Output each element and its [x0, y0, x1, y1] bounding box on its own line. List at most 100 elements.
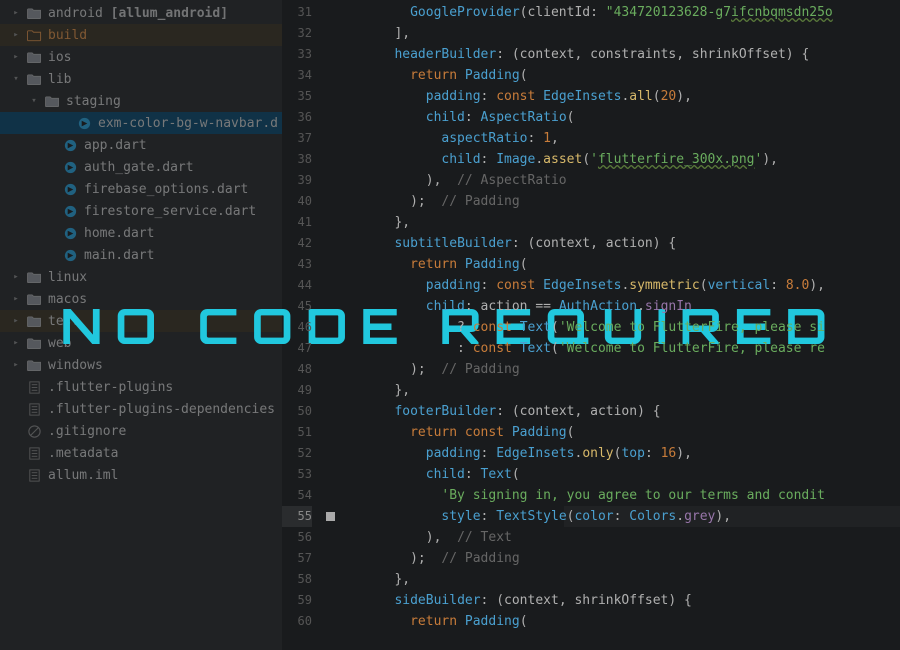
code-line[interactable]: return const Padding(	[324, 422, 900, 443]
code-line[interactable]: ), // AspectRatio	[324, 170, 900, 191]
line-number: 59	[282, 590, 312, 611]
line-number: 54	[282, 485, 312, 506]
chevron-right-icon[interactable]: ▸	[10, 359, 22, 371]
code-editor[interactable]: 3132333435363738394041424344454647484950…	[282, 0, 900, 650]
folder-icon	[26, 5, 42, 21]
code-line[interactable]: child: action == AuthAction.signIn	[324, 296, 900, 317]
code-line[interactable]: child: Text(	[324, 464, 900, 485]
code-line[interactable]: ); // Padding	[324, 191, 900, 212]
line-number: 34	[282, 65, 312, 86]
code-line[interactable]: sideBuilder: (context, shrinkOffset) {	[324, 590, 900, 611]
code-line[interactable]: padding: const EdgeInsets.all(20),	[324, 86, 900, 107]
tree-item-ios[interactable]: ▸ios	[0, 46, 282, 68]
line-number: 42	[282, 233, 312, 254]
code-line[interactable]: ],	[324, 23, 900, 44]
line-number: 47	[282, 338, 312, 359]
code-line[interactable]: style: TextStyle(color: Colors.grey),	[324, 506, 900, 527]
file-icon	[26, 445, 42, 461]
line-number: 43	[282, 254, 312, 275]
tree-item-label: main.dart	[84, 248, 154, 263]
tree-item-label: macos	[48, 292, 87, 307]
line-number: 36	[282, 107, 312, 128]
code-line[interactable]: ? const Text('Welcome to FlutterFire, pl…	[324, 317, 900, 338]
chevron-right-icon[interactable]: ▸	[10, 29, 22, 41]
tree-item-android[interactable]: ▸android [allum_android]	[0, 2, 282, 24]
chevron-down-icon[interactable]: ▾	[28, 95, 40, 107]
chevron-right-icon[interactable]: ▸	[10, 337, 22, 349]
code-line[interactable]: aspectRatio: 1,	[324, 128, 900, 149]
code-line[interactable]: : const Text('Welcome to FlutterFire, pl…	[324, 338, 900, 359]
tree-item-label: web	[48, 336, 71, 351]
code-line[interactable]: padding: const EdgeInsets.symmetric(vert…	[324, 275, 900, 296]
chevron-right-icon[interactable]: ▸	[10, 293, 22, 305]
dart-icon	[62, 181, 78, 197]
tree-item-auth-gate-dart[interactable]: auth_gate.dart	[0, 156, 282, 178]
tree-item-label: exm-color-bg-w-navbar.d	[98, 116, 278, 131]
folder-icon	[26, 313, 42, 329]
folder-excl-icon	[26, 27, 42, 43]
tree-item-linux[interactable]: ▸linux	[0, 266, 282, 288]
tree-item--flutter-plugins[interactable]: .flutter-plugins	[0, 376, 282, 398]
line-number: 52	[282, 443, 312, 464]
dart-icon	[62, 159, 78, 175]
tree-item-label: firebase_options.dart	[84, 182, 248, 197]
tree-item-test[interactable]: ▸test	[0, 310, 282, 332]
code-line[interactable]: ); // Padding	[324, 359, 900, 380]
code-line[interactable]: footerBuilder: (context, action) {	[324, 401, 900, 422]
project-tree-sidebar[interactable]: ▸android [allum_android]▸build▸ios ▾ lib ▾s…	[0, 0, 282, 650]
tree-item-label: auth_gate.dart	[84, 160, 194, 175]
tree-item-label: lib	[48, 72, 71, 87]
line-number: 38	[282, 149, 312, 170]
code-line[interactable]: },	[324, 380, 900, 401]
tree-item-main-dart[interactable]: main.dart	[0, 244, 282, 266]
code-line[interactable]: padding: EdgeInsets.only(top: 16),	[324, 443, 900, 464]
tree-item-allum-iml[interactable]: allum.iml	[0, 464, 282, 486]
dart-icon	[62, 203, 78, 219]
tree-item-web[interactable]: ▸ web	[0, 332, 282, 354]
file-icon	[26, 401, 42, 417]
tree-item-home-dart[interactable]: home.dart	[0, 222, 282, 244]
chevron-right-icon[interactable]: ▸	[10, 51, 22, 63]
code-line[interactable]: headerBuilder: (context, constraints, sh…	[324, 44, 900, 65]
tree-item--metadata[interactable]: .metadata	[0, 442, 282, 464]
line-number: 32	[282, 23, 312, 44]
line-number: 33	[282, 44, 312, 65]
chevron-right-icon[interactable]: ▸	[10, 315, 22, 327]
code-line[interactable]: return Padding(	[324, 254, 900, 275]
tree-item-staging[interactable]: ▾staging	[0, 90, 282, 112]
chevron-right-icon[interactable]: ▸	[10, 7, 22, 19]
tree-item-windows[interactable]: ▸ windows	[0, 354, 282, 376]
tree-item-lib[interactable]: ▾ lib	[0, 68, 282, 90]
dart-icon	[62, 247, 78, 263]
code-line[interactable]: },	[324, 569, 900, 590]
tree-item-label: .gitignore	[48, 424, 126, 439]
code-line[interactable]: GoogleProvider(clientId: "434720123628-g…	[324, 2, 900, 23]
code-line[interactable]: return Padding(	[324, 65, 900, 86]
tree-item--gitignore[interactable]: .gitignore	[0, 420, 282, 442]
tree-item-label: home.dart	[84, 226, 154, 241]
tree-item-build[interactable]: ▸build	[0, 24, 282, 46]
line-number: 51	[282, 422, 312, 443]
folder-icon	[26, 49, 42, 65]
code-line[interactable]: child: AspectRatio(	[324, 107, 900, 128]
code-line[interactable]: subtitleBuilder: (context, action) {	[324, 233, 900, 254]
code-line[interactable]: ), // Text	[324, 527, 900, 548]
line-number: 44	[282, 275, 312, 296]
tree-item-firestore-service-dart[interactable]: firestore_service.dart	[0, 200, 282, 222]
chevron-down-icon[interactable]: ▾	[10, 73, 22, 85]
code-area[interactable]: GoogleProvider(clientId: "434720123628-g…	[324, 0, 900, 650]
tree-item-label: windows	[48, 358, 103, 373]
chevron-right-icon[interactable]: ▸	[10, 271, 22, 283]
code-line[interactable]: },	[324, 212, 900, 233]
tree-item-exm-color-bg-w-navbar-d[interactable]: exm-color-bg-w-navbar.d	[0, 112, 282, 134]
code-line[interactable]: 'By signing in, you agree to our terms a…	[324, 485, 900, 506]
code-line[interactable]: return Padding(	[324, 611, 900, 632]
tree-item-label: allum.iml	[48, 468, 118, 483]
tree-item-macos[interactable]: ▸ macos	[0, 288, 282, 310]
tree-item--flutter-plugins-dependencies[interactable]: .flutter-plugins-dependencies	[0, 398, 282, 420]
tree-item-firebase-options-dart[interactable]: firebase_options.dart	[0, 178, 282, 200]
tree-item-app-dart[interactable]: app.dart	[0, 134, 282, 156]
code-line[interactable]: ); // Padding	[324, 548, 900, 569]
line-number: 48	[282, 359, 312, 380]
code-line[interactable]: child: Image.asset('flutterfire_300x.png…	[324, 149, 900, 170]
